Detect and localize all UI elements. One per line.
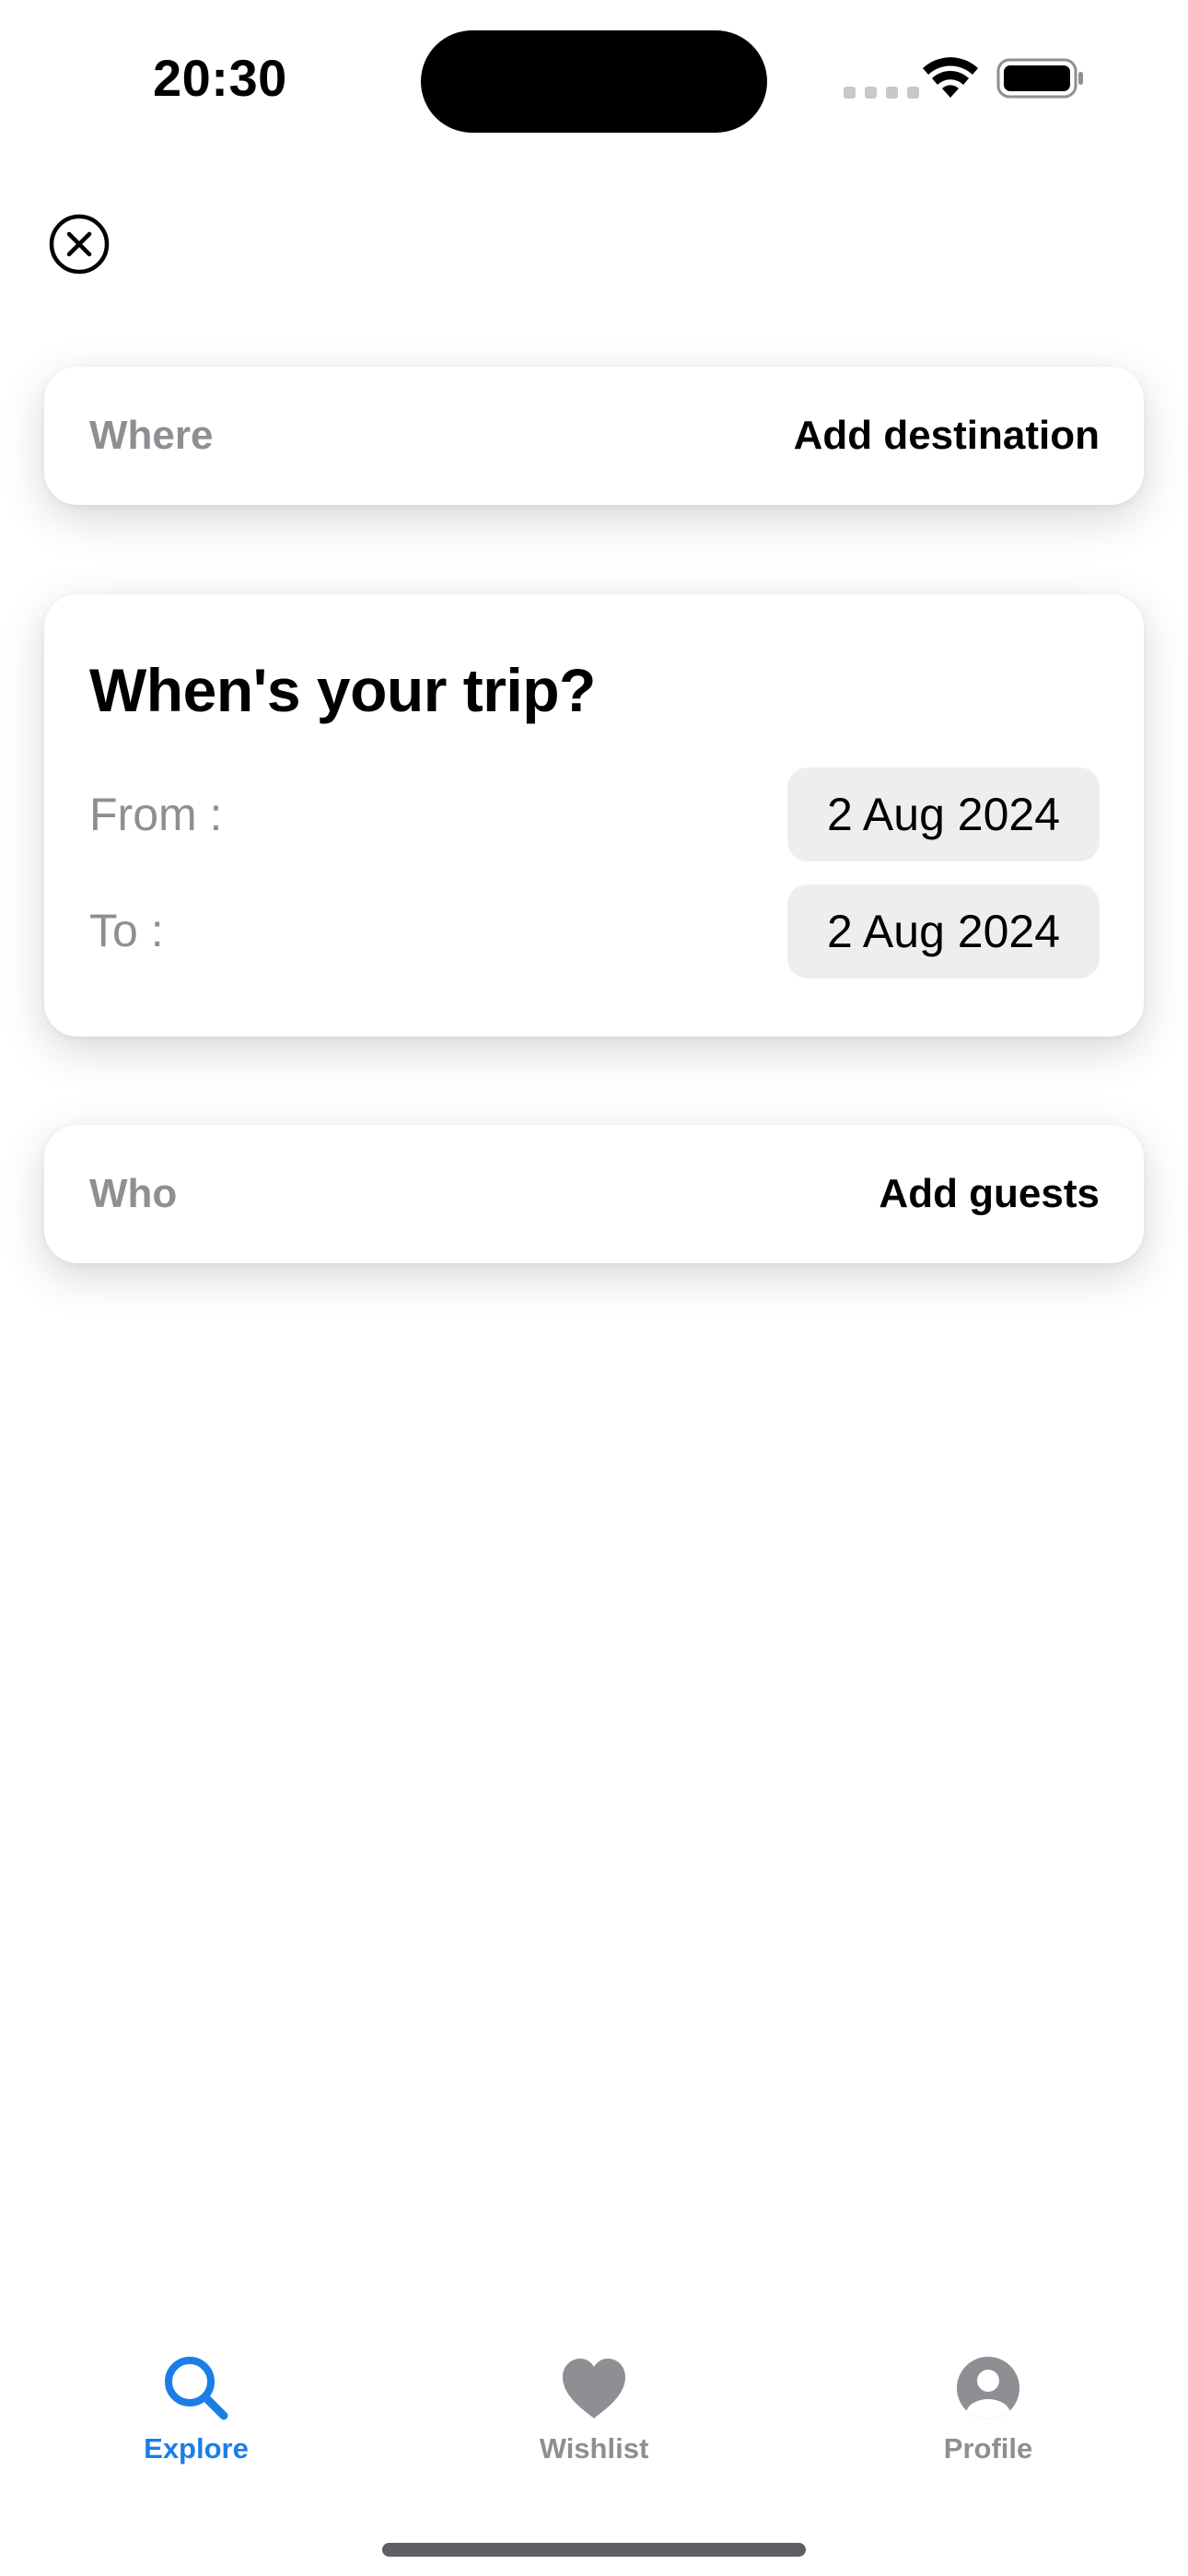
who-card[interactable]: Who Add guests — [44, 1125, 1144, 1263]
home-indicator[interactable] — [382, 2543, 806, 2557]
wifi-icon — [923, 57, 978, 98]
search-icon — [165, 2357, 228, 2420]
when-title: When's your trip? — [89, 656, 596, 724]
from-date-picker[interactable]: 2 Aug 2024 — [787, 767, 1100, 861]
tab-wishlist[interactable]: Wishlist — [483, 2351, 705, 2489]
tab-bar: Explore Wishlist Profile — [0, 2351, 1188, 2489]
where-label: Where — [89, 413, 214, 458]
tab-wishlist-label: Wishlist — [539, 2432, 649, 2465]
status-bar: 20:30 — [0, 0, 1188, 157]
close-icon — [49, 214, 110, 275]
tab-profile-label: Profile — [943, 2432, 1033, 2465]
add-destination-value: Add destination — [793, 413, 1100, 458]
tab-explore[interactable]: Explore — [86, 2351, 307, 2489]
to-label: To : — [89, 905, 164, 956]
battery-icon — [996, 58, 1083, 99]
close-button[interactable] — [49, 214, 110, 275]
from-label: From : — [89, 789, 223, 840]
cellular-signal-icon — [844, 87, 919, 99]
tab-explore-label: Explore — [144, 2432, 249, 2465]
heart-icon — [563, 2359, 625, 2418]
to-date-picker[interactable]: 2 Aug 2024 — [787, 884, 1100, 978]
person-icon — [957, 2357, 1019, 2419]
where-card[interactable]: Where Add destination — [44, 367, 1144, 505]
add-guests-value: Add guests — [879, 1171, 1100, 1216]
dynamic-island — [421, 30, 767, 133]
status-time: 20:30 — [153, 49, 287, 107]
who-label: Who — [89, 1171, 178, 1216]
tab-profile[interactable]: Profile — [878, 2351, 1099, 2489]
when-card: When's your trip? From : 2 Aug 2024 To :… — [44, 594, 1144, 1036]
